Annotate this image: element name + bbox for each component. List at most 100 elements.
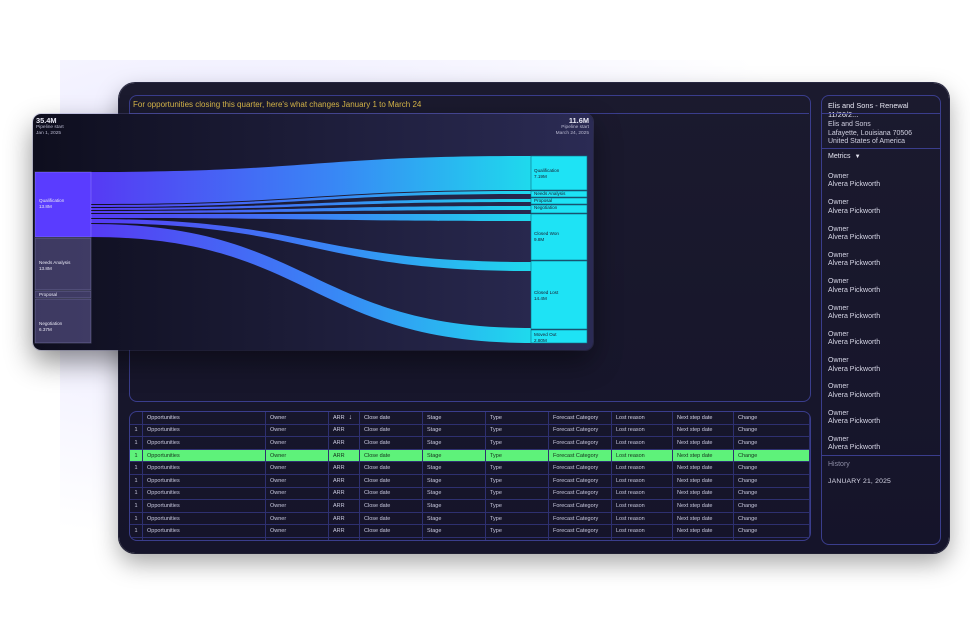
table-cell: Close date: [359, 499, 423, 513]
col-header-lost-reason[interactable]: Lost reason: [611, 412, 673, 425]
table-cell: ARR: [328, 537, 360, 540]
account-name: Elis and Sons: [828, 121, 871, 128]
pipeline-end-date: March 24, 2025: [555, 131, 589, 136]
table-cell: Lost reason: [611, 449, 673, 463]
arrow-down-icon[interactable]: ↓: [349, 414, 353, 421]
table-cell[interactable]: Opportunities: [142, 537, 266, 540]
owner-name[interactable]: Alvera Pickworth: [828, 234, 880, 242]
table-row[interactable]: 1OpportunitiesOwnerARRClose dateStageTyp…: [130, 499, 810, 513]
sidebar-divider: [822, 455, 940, 456]
table-cell: Change: [733, 537, 810, 540]
node-value: 7.19M: [534, 173, 547, 179]
col-header-forecast-category[interactable]: Forecast Category: [548, 412, 612, 425]
table-row[interactable]: 1OpportunitiesOwnerARRClose dateStageTyp…: [130, 512, 810, 526]
table-cell: Stage: [422, 424, 486, 438]
table-row[interactable]: 1OpportunitiesOwnerARRClose dateStageTyp…: [130, 524, 810, 538]
col-header-change[interactable]: Change: [733, 412, 810, 425]
owner-label: Owner: [828, 199, 849, 207]
table-row[interactable]: 1OpportunitiesOwnerARRClose dateStageTyp…: [130, 449, 810, 463]
table-cell: Change: [733, 449, 810, 463]
table-cell: Forecast Category: [548, 512, 612, 526]
owner-name[interactable]: Alvera Pickworth: [828, 444, 880, 452]
table-cell: Close date: [359, 524, 423, 538]
owner-name[interactable]: Alvera Pickworth: [828, 260, 880, 268]
table-row[interactable]: 1OpportunitiesOwnerARRClose dateStageTyp…: [130, 436, 810, 450]
table-cell: Type: [485, 449, 549, 463]
table-cell[interactable]: Opportunities: [142, 424, 266, 438]
owner-label: Owner: [828, 225, 849, 233]
owner-name[interactable]: Alvera Pickworth: [828, 181, 880, 189]
owner-name[interactable]: Alvera Pickworth: [828, 392, 880, 400]
sankey-flow[interactable]: [91, 156, 531, 204]
col-header-stage[interactable]: Stage: [422, 412, 486, 425]
table-cell: Close date: [359, 537, 423, 540]
col-header-owner[interactable]: Owner: [265, 412, 329, 425]
table-cell: Type: [485, 537, 549, 540]
chart-banner: For opportunities closing this quarter, …: [133, 100, 422, 109]
table-cell: Change: [733, 424, 810, 438]
table-row[interactable]: 1OpportunitiesOwnerARRClose dateStageTyp…: [130, 424, 810, 438]
pipeline-end-value: 11.6M: [568, 116, 589, 125]
table-cell: Stage: [422, 499, 486, 513]
right-node-label: Moved Out 2.80M: [534, 332, 556, 343]
table-cell: ARR: [328, 512, 360, 526]
table-cell: Close date: [359, 487, 423, 501]
table-cell: Type: [485, 524, 549, 538]
table-cell[interactable]: Opportunities: [142, 436, 266, 450]
row-index: 1: [130, 436, 143, 450]
owner-label: Owner: [828, 278, 849, 286]
col-header-type[interactable]: Type: [485, 412, 549, 425]
table-cell[interactable]: Opportunities: [142, 487, 266, 501]
table-row[interactable]: 1OpportunitiesOwnerARRClose dateStageTyp…: [130, 474, 810, 488]
table-cell[interactable]: Opportunities: [142, 474, 266, 488]
table-cell: Stage: [422, 537, 486, 540]
table-cell: Next step date: [672, 474, 734, 488]
table-cell: Type: [485, 424, 549, 438]
table-cell: Next step date: [672, 449, 734, 463]
table-row[interactable]: 1OpportunitiesOwnerARRClose dateStageTyp…: [130, 461, 810, 475]
table-cell[interactable]: Opportunities: [142, 499, 266, 513]
row-index: 1: [130, 487, 143, 501]
col-header-select[interactable]: [130, 412, 143, 425]
col-header-arr[interactable]: ARR ↓: [328, 412, 360, 425]
table-cell: Close date: [359, 449, 423, 463]
table-row[interactable]: 1OpportunitiesOwnerARRClose dateStageTyp…: [130, 487, 810, 501]
node-value: 2.80M: [534, 337, 547, 343]
table-cell: Lost reason: [611, 524, 673, 538]
table-cell: Forecast Category: [548, 461, 612, 475]
owner-name[interactable]: Alvera Pickworth: [828, 339, 880, 347]
table-cell: Lost reason: [611, 474, 673, 488]
table-cell: Next step date: [672, 461, 734, 475]
pipeline-start-date: Jan 1, 2025: [36, 131, 62, 136]
node-value: 13.8M: [39, 265, 52, 271]
table-cell: Change: [733, 487, 810, 501]
table-cell[interactable]: Opportunities: [142, 449, 266, 463]
table-cell: Change: [733, 461, 810, 475]
sankey-flow[interactable]: [91, 219, 531, 271]
owner-name[interactable]: Alvera Pickworth: [828, 208, 880, 216]
row-index: 1: [130, 474, 143, 488]
left-node-label: Proposal: [39, 292, 57, 298]
owner-name[interactable]: Alvera Pickworth: [828, 287, 880, 295]
table-cell: Type: [485, 487, 549, 501]
sankey-flow[interactable]: [91, 214, 531, 221]
col-header-next-step-date[interactable]: Next step date: [672, 412, 734, 425]
col-header-close-date[interactable]: Close date: [359, 412, 423, 425]
node-name: Negotiation: [534, 205, 558, 210]
owner-name[interactable]: Alvera Pickworth: [828, 418, 880, 426]
metrics-dropdown[interactable]: Metrics ▼: [828, 153, 861, 160]
table-cell[interactable]: Opportunities: [142, 512, 266, 526]
right-node-label: Closed Lost 14.4M: [534, 290, 558, 301]
sankey-svg: [34, 155, 588, 344]
row-index: 1: [130, 499, 143, 513]
table-cell: Close date: [359, 436, 423, 450]
owner-name[interactable]: Alvera Pickworth: [828, 313, 880, 321]
table-cell[interactable]: Opportunities: [142, 461, 266, 475]
owner-name[interactable]: Alvera Pickworth: [828, 366, 880, 374]
owner-entry: Owner Alvera Pickworth: [828, 173, 880, 190]
table-row[interactable]: 1OpportunitiesOwnerARRClose dateStageTyp…: [130, 537, 810, 540]
table-cell[interactable]: Opportunities: [142, 524, 266, 538]
sidebar-divider: [822, 113, 940, 114]
table-cell: ARR: [328, 524, 360, 538]
col-header-opportunities[interactable]: Opportunities: [142, 412, 266, 425]
